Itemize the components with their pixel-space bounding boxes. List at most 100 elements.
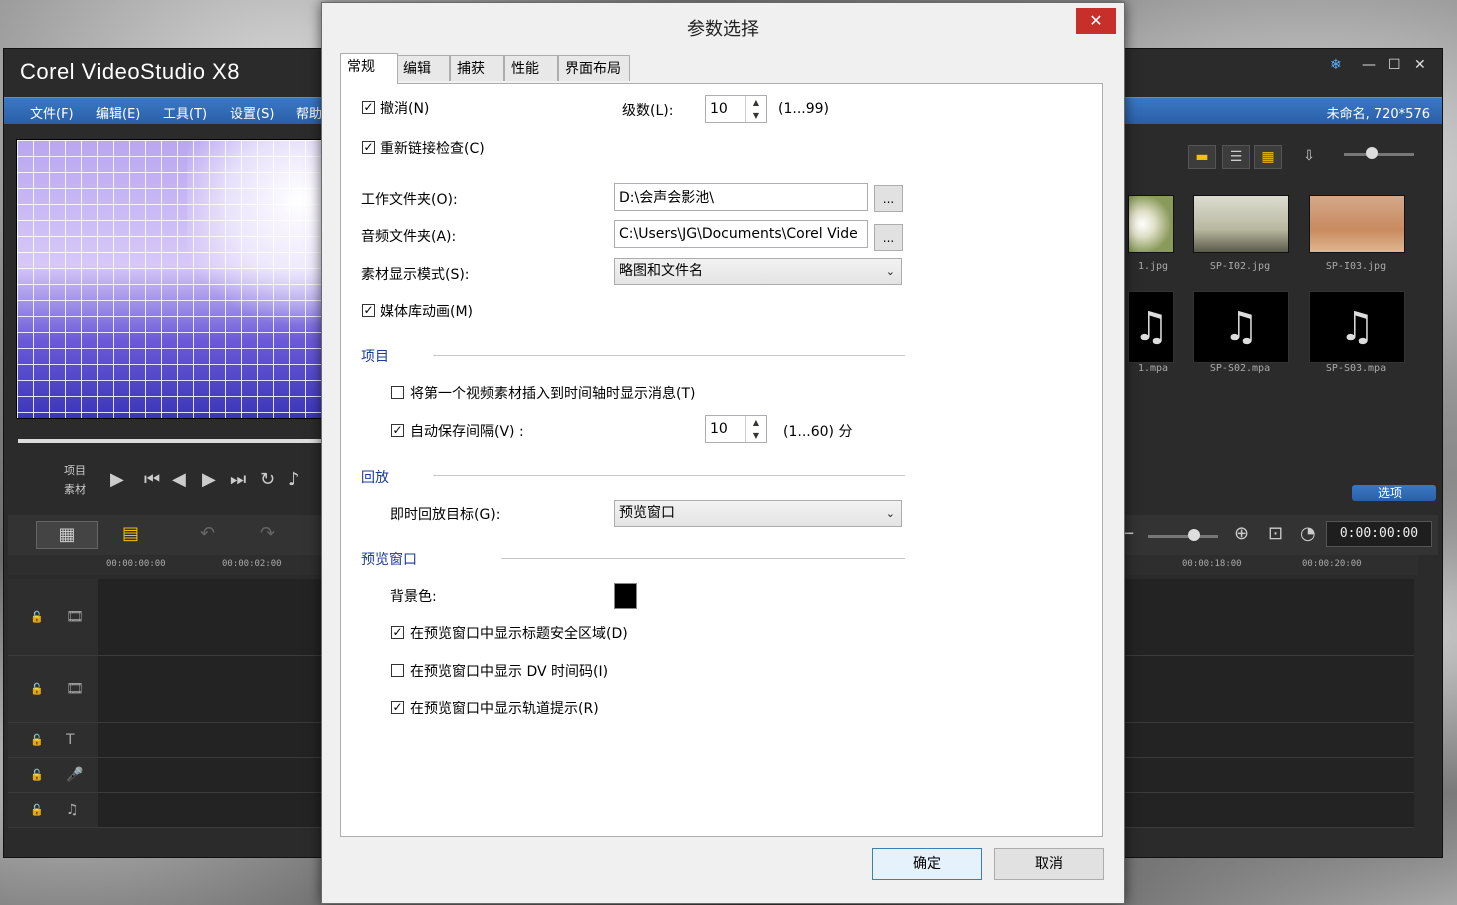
- menu-edit[interactable]: 编辑(E): [96, 103, 140, 122]
- audio-thumb-icon[interactable]: ♫: [1309, 291, 1405, 363]
- thumb-size-slider[interactable]: [1344, 153, 1414, 156]
- tab-layout[interactable]: 界面布局: [558, 55, 630, 81]
- work-folder-input[interactable]: [615, 184, 867, 210]
- view-list-icon[interactable]: ☰: [1222, 145, 1250, 169]
- work-folder-field[interactable]: [614, 183, 868, 211]
- storyboard-view-icon[interactable]: ▦: [36, 521, 98, 549]
- overlay-track-head[interactable]: 🔓 🎞: [8, 656, 98, 723]
- player-mode-labels: 项目 素材: [64, 461, 86, 499]
- tab-performance[interactable]: 性能: [504, 55, 558, 81]
- show-dv-checkbox[interactable]: [391, 664, 404, 677]
- close-icon[interactable]: ✕: [1414, 57, 1426, 73]
- minimize-icon[interactable]: —: [1362, 57, 1376, 73]
- menu-file[interactable]: 文件(F): [30, 103, 74, 122]
- tab-capture[interactable]: 捕获: [450, 55, 504, 81]
- undo-checkbox[interactable]: ✓: [362, 101, 375, 114]
- spin-down-icon[interactable]: ▼: [745, 429, 766, 442]
- audio-thumb-icon[interactable]: ♫: [1193, 291, 1289, 363]
- insert-msg-checkbox[interactable]: [391, 386, 404, 399]
- work-folder-browse-button[interactable]: ...: [874, 185, 903, 212]
- voice-track-head[interactable]: 🔓 🎤: [8, 758, 98, 793]
- help-icon[interactable]: ❄: [1330, 57, 1342, 73]
- timecode-display[interactable]: 0:00:00:00: [1326, 521, 1432, 547]
- levels-input[interactable]: [706, 96, 748, 122]
- step-forward-icon[interactable]: ▶: [202, 469, 216, 490]
- video-track-head[interactable]: 🔓 🎞: [8, 579, 98, 656]
- music-track-head[interactable]: 🔓 ♫: [8, 793, 98, 828]
- autosave-input[interactable]: [706, 416, 748, 442]
- zoom-slider[interactable]: [1148, 535, 1218, 538]
- library-thumb[interactable]: [1193, 195, 1289, 253]
- spin-up-icon[interactable]: ▲: [745, 416, 766, 429]
- chevron-down-icon: ⌄: [885, 507, 895, 520]
- playback-target-select[interactable]: 预览窗口 ⌄: [614, 500, 902, 527]
- overlay-track-icon: 🎞: [66, 681, 84, 697]
- skip-start-icon[interactable]: ⏮: [144, 469, 160, 490]
- autosave-spinner[interactable]: ▲ ▼: [705, 415, 767, 443]
- show-track-checkbox[interactable]: ✓: [391, 701, 404, 714]
- audio-folder-field[interactable]: [614, 220, 868, 248]
- library-panel: 1.jpg SP-I02.jpg SP-I03.jpg ♫ 1.mpa ♫ SP…: [1128, 179, 1418, 379]
- library-thumb[interactable]: [1309, 195, 1405, 253]
- spin-up-icon[interactable]: ▲: [745, 96, 766, 109]
- clip-mode-label[interactable]: 素材: [64, 480, 86, 499]
- library-anim-checkbox[interactable]: ✓: [362, 304, 375, 317]
- library-thumb[interactable]: [1128, 195, 1174, 253]
- audio-folder-input[interactable]: [615, 221, 867, 247]
- tab-general[interactable]: 常规: [340, 53, 398, 84]
- maximize-icon[interactable]: ☐: [1388, 57, 1401, 73]
- undo-icon[interactable]: ↶: [200, 523, 215, 544]
- zoom-in-icon[interactable]: ⊕: [1234, 523, 1249, 544]
- repeat-icon[interactable]: ↻: [260, 469, 275, 490]
- skip-end-icon[interactable]: ⏭: [230, 469, 246, 490]
- spin-down-icon[interactable]: ▼: [745, 109, 766, 122]
- levels-spinner[interactable]: ▲ ▼: [705, 95, 767, 123]
- timeline-view-icon[interactable]: ▤: [122, 523, 139, 544]
- autosave-checkbox[interactable]: ✓: [391, 424, 404, 437]
- display-mode-value: 略图和文件名: [619, 263, 703, 279]
- title-track-icon: T: [66, 732, 75, 748]
- bg-color-swatch[interactable]: [614, 583, 637, 609]
- app-title: Corel VideoStudio X8: [20, 59, 240, 84]
- thumb-label: SP-I03.jpg: [1325, 261, 1387, 272]
- lock-icon[interactable]: 🔓: [30, 734, 44, 747]
- options-button[interactable]: 选项: [1352, 485, 1436, 501]
- voice-track-icon: 🎤: [66, 767, 84, 783]
- thumb-label: SP-I02.jpg: [1209, 261, 1271, 272]
- audio-thumb-icon[interactable]: ♫: [1128, 291, 1174, 363]
- menu-help[interactable]: 帮助: [296, 103, 322, 122]
- sort-icon[interactable]: ⇩: [1296, 145, 1322, 167]
- cancel-button[interactable]: 取消: [994, 848, 1104, 880]
- title-track-head[interactable]: 🔓 T: [8, 723, 98, 758]
- audio-folder-browse-button[interactable]: ...: [874, 224, 903, 251]
- menu-tools[interactable]: 工具(T): [163, 103, 207, 122]
- lock-icon[interactable]: 🔓: [30, 769, 44, 782]
- playback-target-value: 预览窗口: [619, 505, 675, 521]
- display-mode-select[interactable]: 略图和文件名 ⌄: [614, 258, 902, 285]
- dialog-close-button[interactable]: ✕: [1076, 8, 1116, 34]
- fit-icon[interactable]: ⊡: [1268, 523, 1283, 544]
- show-safe-checkbox[interactable]: ✓: [391, 626, 404, 639]
- play-icon[interactable]: ▶: [110, 469, 124, 490]
- lock-icon[interactable]: 🔓: [30, 683, 44, 696]
- thumb-size-knob[interactable]: [1366, 147, 1378, 159]
- tab-edit[interactable]: 编辑: [396, 55, 450, 81]
- ok-button[interactable]: 确定: [872, 848, 982, 880]
- lock-icon[interactable]: 🔓: [30, 611, 44, 624]
- redo-icon[interactable]: ↷: [260, 523, 275, 544]
- project-mode-label[interactable]: 项目: [64, 461, 86, 480]
- volume-icon[interactable]: ♪: [288, 469, 300, 490]
- lock-icon[interactable]: 🔓: [30, 804, 44, 817]
- thumb-label: SP-S03.mpa: [1325, 363, 1387, 374]
- relink-checkbox[interactable]: ✓: [362, 141, 375, 154]
- duration-icon[interactable]: ◔: [1300, 523, 1316, 544]
- ruler-tick: 00:00:20:00: [1302, 559, 1362, 569]
- view-grid-icon[interactable]: ▦: [1254, 145, 1282, 169]
- scrubber-bar[interactable]: [18, 439, 326, 443]
- step-back-icon[interactable]: ◀: [172, 469, 186, 490]
- ruler-tick: 00:00:18:00: [1182, 559, 1242, 569]
- view-thumb-icon[interactable]: ▬: [1188, 145, 1216, 169]
- zoom-knob[interactable]: [1188, 529, 1200, 541]
- chevron-down-icon: ⌄: [885, 265, 895, 278]
- menu-settings[interactable]: 设置(S): [230, 103, 274, 122]
